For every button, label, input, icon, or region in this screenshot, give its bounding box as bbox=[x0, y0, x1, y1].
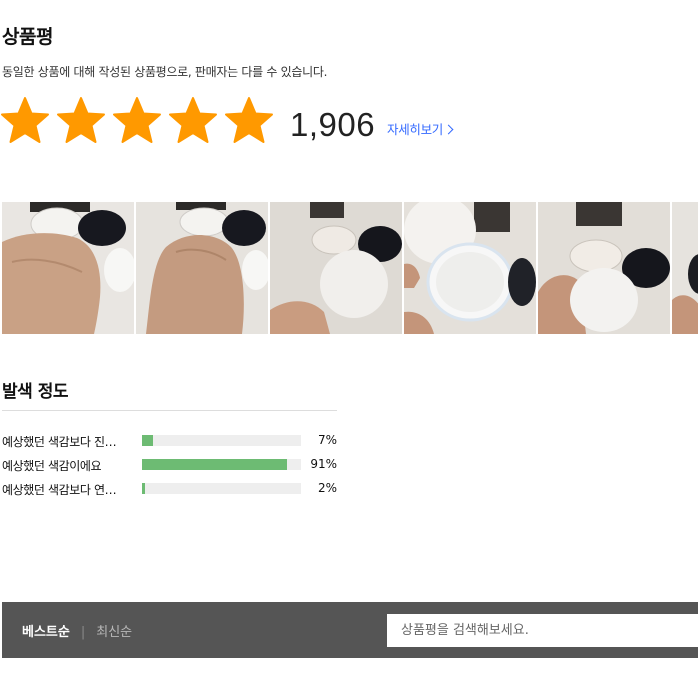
sort-latest-button[interactable]: 최신순 bbox=[96, 625, 132, 640]
review-photo-partial[interactable] bbox=[672, 202, 698, 334]
survey-row: 예상했던 색감이에요 91% bbox=[2, 456, 337, 474]
sort-separator: | bbox=[80, 625, 86, 640]
survey-row-percent: 2% bbox=[317, 481, 337, 495]
survey-row-percent: 91% bbox=[310, 457, 337, 471]
survey-title: 발색 정도 bbox=[2, 382, 68, 402]
review-count: 1,906 bbox=[290, 106, 376, 143]
star-icon bbox=[169, 97, 217, 143]
survey-bar-fill bbox=[142, 435, 154, 446]
review-search-input[interactable] bbox=[387, 614, 698, 647]
star-rating bbox=[0, 96, 274, 148]
survey-row-label: 예상했던 색감보다 연… bbox=[2, 483, 117, 497]
star-icon bbox=[1, 97, 49, 143]
star-icon bbox=[225, 97, 273, 143]
divider bbox=[2, 410, 337, 411]
chevron-right-icon bbox=[443, 124, 454, 135]
view-details-label: 자세히보기 bbox=[387, 122, 444, 137]
review-photo-puff-2[interactable] bbox=[538, 202, 670, 334]
review-photo-hand-1[interactable] bbox=[2, 202, 134, 334]
star-icon bbox=[57, 97, 105, 143]
survey-bar-track bbox=[142, 435, 301, 446]
star-icon bbox=[113, 97, 161, 143]
sort-best-button[interactable]: 베스트순 bbox=[22, 625, 70, 640]
review-photo-powder-open[interactable] bbox=[404, 202, 536, 334]
section-title: 상품평 bbox=[2, 26, 53, 48]
survey-bar-fill bbox=[142, 483, 146, 494]
survey-row: 예상했던 색감보다 진… 7% bbox=[2, 432, 337, 450]
survey-bar-track bbox=[142, 459, 301, 470]
review-photo-puff-1[interactable] bbox=[270, 202, 402, 334]
review-photo-strip bbox=[2, 202, 698, 334]
survey-bar-fill bbox=[142, 459, 287, 470]
survey-row-label: 예상했던 색감이에요 bbox=[2, 459, 102, 473]
sort-options: 베스트순 | 최신순 bbox=[22, 621, 132, 640]
survey-bar-track bbox=[142, 483, 301, 494]
review-toolbar: 베스트순 | 최신순 bbox=[2, 602, 698, 658]
survey-row-label: 예상했던 색감보다 진… bbox=[2, 435, 117, 449]
survey-row-percent: 7% bbox=[317, 433, 337, 447]
survey-row: 예상했던 색감보다 연… 2% bbox=[2, 480, 337, 498]
review-photo-hand-2[interactable] bbox=[136, 202, 268, 334]
view-details-link[interactable]: 자세히보기 bbox=[387, 119, 454, 138]
review-notice: 동일한 상품에 대해 작성된 상품평으로, 판매자는 다를 수 있습니다. bbox=[2, 65, 328, 79]
